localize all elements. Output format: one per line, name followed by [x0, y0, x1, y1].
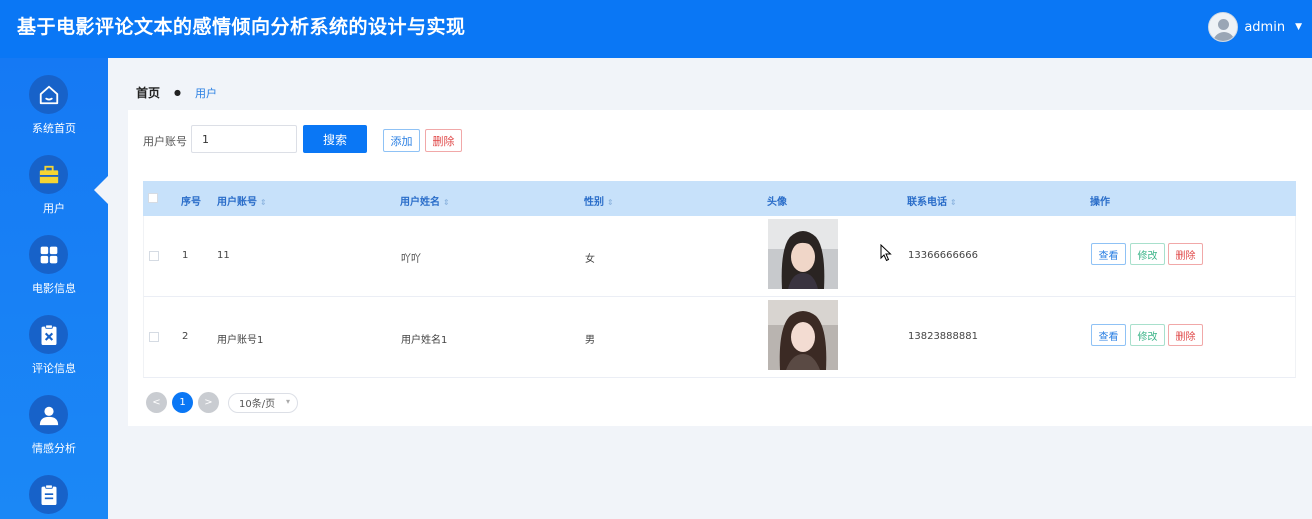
row-checkbox[interactable] [149, 332, 159, 342]
cell-account: 11 [217, 250, 230, 261]
cell-name: 吖吖 [401, 254, 421, 265]
header-name[interactable]: 用户姓名 ⇕ [400, 193, 450, 208]
sidebar-item-more[interactable] [0, 458, 108, 519]
app-title: 基于电影评论文本的感情倾向分析系统的设计与实现 [17, 16, 466, 38]
search-button[interactable]: 搜索 [303, 125, 367, 153]
caret-down-icon[interactable]: ▼ [1295, 22, 1302, 32]
avatar-photo [768, 300, 838, 370]
delete-button[interactable]: 删除 [1168, 243, 1203, 265]
select-all-checkbox[interactable] [148, 193, 158, 203]
chevron-down-icon: ▾ [285, 396, 290, 406]
sidebar-item-home[interactable]: 系统首页 [0, 58, 108, 138]
user-menu[interactable]: admin ▼ [1208, 12, 1302, 42]
row-checkbox[interactable] [149, 251, 159, 261]
page-number-button[interactable]: 1 [172, 392, 193, 413]
breadcrumb-separator-icon: ● [174, 88, 181, 97]
header-account[interactable]: 用户账号 ⇕ [217, 193, 267, 208]
header-avatar: 头像 [767, 197, 787, 208]
cell-name: 用户姓名1 [401, 335, 448, 346]
edit-button[interactable]: 修改 [1130, 243, 1165, 265]
sort-icon[interactable]: ⇕ [950, 198, 957, 207]
sidebar-item-label: 电影信息 [32, 282, 76, 295]
grid-icon [29, 235, 68, 274]
briefcase-icon [29, 155, 68, 194]
sidebar-item-users[interactable]: 用户 [0, 138, 108, 218]
header-phone-label: 联系电话 [907, 197, 947, 208]
avatar-photo [768, 219, 838, 289]
prev-page-button[interactable]: < [146, 392, 167, 413]
sidebar-item-label: 系统首页 [32, 122, 76, 135]
breadcrumb-home[interactable]: 首页 [136, 84, 160, 101]
home-icon [29, 75, 68, 114]
table-header: 序号 用户账号 ⇕ 用户姓名 ⇕ 性别 ⇕ 头像 联系电话 ⇕ 操作 [143, 181, 1296, 216]
page-size-value: 10条/页 [239, 399, 276, 410]
sort-icon[interactable]: ⇕ [443, 198, 450, 207]
cell-phone: 13823888881 [908, 331, 978, 342]
sort-icon[interactable]: ⇕ [607, 198, 614, 207]
page-size-select[interactable]: 10条/页 ▾ [228, 392, 298, 413]
add-button[interactable]: 添加 [383, 129, 420, 152]
user-icon [29, 395, 68, 434]
cell-index: 2 [182, 331, 189, 342]
delete-button[interactable]: 删除 [1168, 324, 1203, 346]
top-header: 基于电影评论文本的感情倾向分析系统的设计与实现 admin ▼ [0, 0, 1312, 58]
header-actions: 操作 [1090, 197, 1110, 208]
sidebar-item-comments[interactable]: 评论信息 [0, 298, 108, 378]
cell-gender: 女 [585, 254, 595, 265]
view-button[interactable]: 查看 [1091, 243, 1126, 265]
mouse-cursor-icon [880, 244, 892, 262]
sidebar-item-sentiment[interactable]: 情感分析 [0, 378, 108, 458]
username[interactable]: admin [1244, 20, 1285, 35]
header-phone[interactable]: 联系电话 ⇕ [907, 193, 957, 208]
edit-button[interactable]: 修改 [1130, 324, 1165, 346]
cell-phone: 13366666666 [908, 250, 978, 261]
cell-gender: 男 [585, 335, 595, 346]
clipboard-x-icon [29, 315, 68, 354]
sidebar-item-movies[interactable]: 电影信息 [0, 218, 108, 298]
pagination: < 1 > 10条/页 ▾ [146, 392, 298, 413]
sidebar: 系统首页 用户 电影信息 评论信息 情感分析 [0, 58, 108, 519]
table-row: 2 用户账号1 用户姓名1 男 13823888881 查看 修改 删除 [143, 297, 1296, 378]
next-page-button[interactable]: > [198, 392, 219, 413]
clipboard-list-icon [29, 475, 68, 514]
breadcrumb-current: 用户 [195, 86, 217, 100]
active-pointer [94, 176, 108, 204]
view-button[interactable]: 查看 [1091, 324, 1126, 346]
header-gender-label: 性别 [584, 197, 604, 208]
sidebar-item-label: 用户 [43, 202, 65, 215]
avatar[interactable] [1208, 12, 1239, 42]
cell-index: 1 [182, 250, 189, 261]
header-name-label: 用户姓名 [400, 197, 440, 208]
breadcrumb: 首页 ● 用户 [136, 84, 217, 101]
table-row: 1 11 吖吖 女 13366666666 查看 修改 删除 [143, 216, 1296, 297]
batch-delete-button[interactable]: 删除 [425, 129, 462, 152]
header-gender[interactable]: 性别 ⇕ [584, 193, 614, 208]
sidebar-item-label: 评论信息 [32, 362, 76, 375]
search-input[interactable] [191, 125, 297, 153]
cell-account: 用户账号1 [217, 335, 264, 346]
sidebar-item-label: 情感分析 [32, 442, 76, 455]
sort-icon[interactable]: ⇕ [260, 198, 267, 207]
header-index: 序号 [181, 197, 201, 208]
header-account-label: 用户账号 [217, 197, 257, 208]
search-label: 用户账号 [143, 135, 187, 148]
